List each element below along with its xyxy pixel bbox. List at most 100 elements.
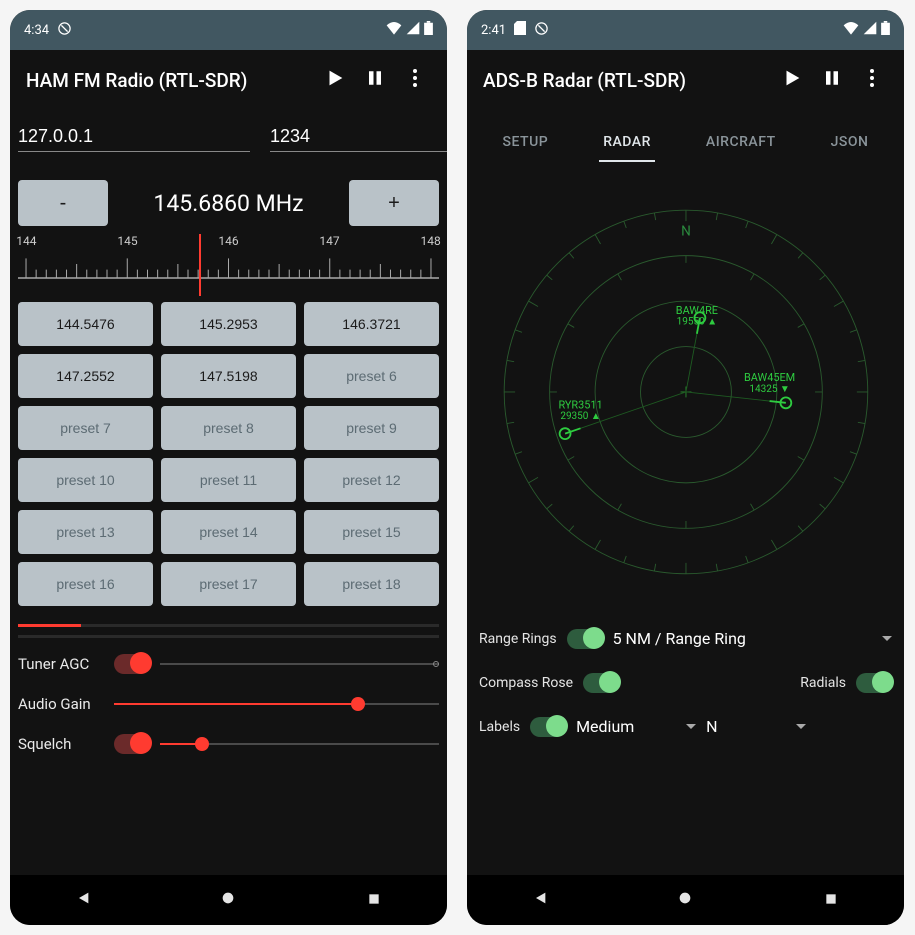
preset-button-13[interactable]: preset 13	[18, 510, 153, 554]
compass-rose-label: Compass Rose	[479, 675, 573, 691]
range-rings-select[interactable]: 5 NM / Range Ring	[613, 629, 892, 648]
preset-button-8[interactable]: preset 8	[161, 406, 296, 450]
frequency-dial[interactable]: 144 145 146 147 148	[18, 234, 439, 290]
preset-button-12[interactable]: preset 12	[304, 458, 439, 502]
squelch-slider[interactable]	[160, 735, 439, 753]
preset-button-17[interactable]: preset 17	[161, 562, 296, 606]
tab-setup[interactable]: SETUP	[499, 124, 553, 162]
tuner-agc-slider[interactable]	[160, 655, 439, 673]
nav-home-button[interactable]	[655, 890, 715, 910]
preset-button-10[interactable]: preset 10	[18, 458, 153, 502]
dial-tick-label: 148	[420, 234, 440, 248]
nav-back-button[interactable]	[510, 890, 570, 910]
nav-back-button[interactable]	[53, 890, 113, 910]
radials-label: Radials	[800, 675, 846, 691]
tab-aircraft[interactable]: AIRCRAFT	[702, 124, 780, 162]
chevron-down-icon	[686, 724, 696, 729]
host-input[interactable]	[18, 122, 250, 152]
preset-grid: 144.5476145.2953146.3721 147.2552147.5198…	[18, 302, 439, 606]
overflow-menu-icon[interactable]	[856, 69, 888, 91]
labels-label: Labels	[479, 719, 520, 735]
label-orientation-select[interactable]: N	[706, 717, 806, 736]
preset-button-3[interactable]: 146.3721	[304, 302, 439, 346]
preset-button-2[interactable]: 145.2953	[161, 302, 296, 346]
app-title: HAM FM Radio (RTL-SDR)	[26, 69, 311, 92]
aircraft-marker[interactable]: BAW4RE19550 ▲	[675, 304, 717, 334]
preset-button-6[interactable]: preset 6	[304, 354, 439, 398]
dial-cursor	[199, 234, 201, 296]
range-rings-label: Range Rings	[479, 631, 557, 647]
aircraft-marker[interactable]: BAW45EM14325 ▼	[744, 371, 795, 408]
preset-button-18[interactable]: preset 18	[304, 562, 439, 606]
chevron-down-icon	[796, 724, 806, 729]
preset-button-7[interactable]: preset 7	[18, 406, 153, 450]
tab-bar: SETUP RADAR AIRCRAFT JSON	[475, 124, 896, 162]
dnd-icon	[534, 21, 549, 40]
tab-radar[interactable]: RADAR	[599, 124, 655, 162]
radar-display[interactable]: N BAW4RE19550 ▲ BAW45EM14325 ▼ RYR35112935…	[486, 192, 886, 592]
nav-recent-button[interactable]	[801, 891, 861, 910]
svg-text:RYR3511: RYR3511	[558, 398, 602, 411]
phone-ham: 4:34 HAM FM Radio (RTL-SDR)	[10, 10, 447, 925]
freq-minus-button[interactable]: -	[18, 180, 108, 226]
phone-adsb: 2:41 ADS-B Radar (RTL-SDR)	[467, 10, 904, 925]
status-time: 2:41	[481, 23, 506, 38]
play-button[interactable]	[776, 67, 808, 93]
sd-card-icon	[514, 21, 526, 39]
svg-text:29350 ▲: 29350 ▲	[560, 411, 600, 422]
nav-home-button[interactable]	[198, 890, 258, 910]
tuner-agc-switch[interactable]	[114, 654, 150, 674]
app-title: ADS-B Radar (RTL-SDR)	[483, 69, 768, 92]
dial-tick-label: 145	[117, 234, 137, 248]
preset-button-4[interactable]: 147.2552	[18, 354, 153, 398]
status-time: 4:34	[24, 23, 49, 38]
svg-text:14325 ▼: 14325 ▼	[749, 384, 789, 395]
aircraft-marker[interactable]: RYR351129350 ▲	[558, 398, 602, 439]
pause-button[interactable]	[816, 68, 848, 92]
android-nav-bar	[467, 875, 904, 925]
android-nav-bar	[10, 875, 447, 925]
preset-button-15[interactable]: preset 15	[304, 510, 439, 554]
play-button[interactable]	[319, 67, 351, 93]
signal-icon	[406, 21, 420, 39]
tab-json[interactable]: JSON	[827, 124, 873, 162]
overflow-menu-icon[interactable]	[399, 69, 431, 91]
nav-recent-button[interactable]	[344, 891, 404, 910]
compass-rose-switch[interactable]	[583, 673, 619, 693]
label-orientation-value: N	[706, 717, 717, 736]
content-area: - 145.6860 MHz + 144 145 146 147 148 144…	[10, 110, 447, 875]
labels-switch[interactable]	[530, 717, 566, 737]
preset-button-5[interactable]: 147.5198	[161, 354, 296, 398]
label-size-value: Medium	[576, 717, 634, 736]
preset-button-11[interactable]: preset 11	[161, 458, 296, 502]
tuner-agc-label: Tuner AGC	[18, 655, 104, 673]
signal-meter	[18, 624, 439, 638]
audio-gain-label: Audio Gain	[18, 695, 104, 713]
label-size-select[interactable]: Medium	[576, 717, 696, 736]
pause-button[interactable]	[359, 68, 391, 92]
wifi-icon	[843, 21, 859, 39]
svg-text:19550 ▲: 19550 ▲	[676, 317, 716, 328]
preset-button-16[interactable]: preset 16	[18, 562, 153, 606]
freq-plus-button[interactable]: +	[349, 180, 439, 226]
svg-text:BAW45EM: BAW45EM	[744, 371, 795, 384]
dial-tick-label: 147	[319, 234, 339, 248]
port-input[interactable]	[270, 122, 447, 152]
audio-gain-slider[interactable]	[114, 695, 439, 713]
content-area: SETUP RADAR AIRCRAFT JSON N BAW4RE19550 ▲ BA…	[467, 110, 904, 875]
frequency-display: 145.6860 MHz	[116, 190, 341, 217]
dnd-icon	[57, 21, 72, 40]
preset-button-9[interactable]: preset 9	[304, 406, 439, 450]
range-rings-value: 5 NM / Range Ring	[613, 629, 746, 648]
preset-button-1[interactable]: 144.5476	[18, 302, 153, 346]
status-bar: 2:41	[467, 10, 904, 50]
range-rings-switch[interactable]	[567, 629, 603, 649]
compass-north-label: N	[681, 224, 691, 240]
radials-switch[interactable]	[856, 673, 892, 693]
signal-icon	[863, 21, 877, 39]
squelch-label: Squelch	[18, 735, 104, 753]
squelch-switch[interactable]	[114, 734, 150, 754]
wifi-icon	[386, 21, 402, 39]
status-bar: 4:34	[10, 10, 447, 50]
preset-button-14[interactable]: preset 14	[161, 510, 296, 554]
